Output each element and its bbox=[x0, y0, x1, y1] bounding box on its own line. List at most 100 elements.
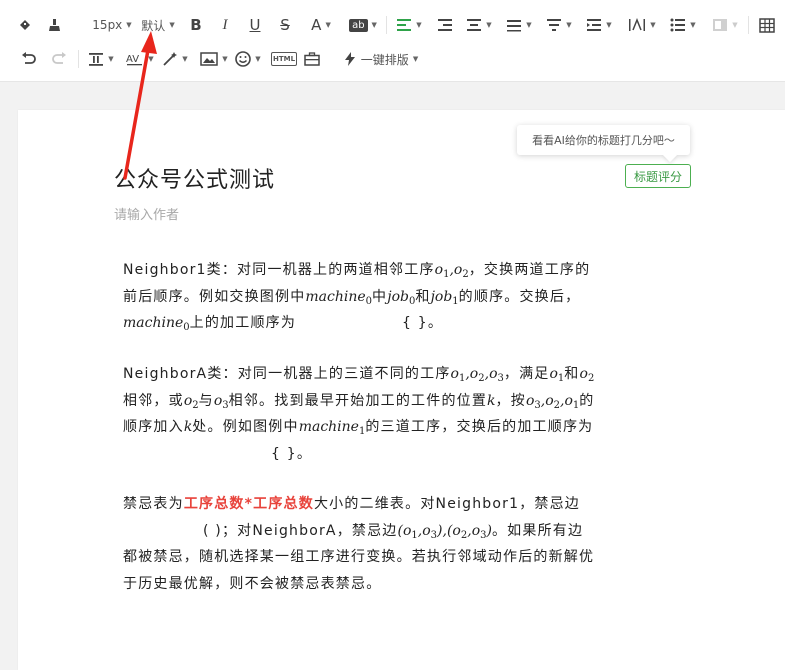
text-run: 顺序加入 bbox=[123, 419, 184, 435]
letter-spacing-button[interactable]: ▼ bbox=[626, 12, 658, 38]
chevron-down-icon: ▼ bbox=[486, 21, 492, 29]
av-icon: AV bbox=[126, 54, 143, 66]
indent-icon bbox=[438, 19, 452, 31]
text-run: ，满足 bbox=[503, 366, 550, 382]
font-size-select[interactable]: 15px ▼ bbox=[88, 12, 136, 38]
math-job0: job0 bbox=[387, 288, 416, 307]
paragraph-neighborA[interactable]: NeighborA类：对同一机器上的三道不同的工序o1,o2,o3，满足o1和o… bbox=[123, 361, 683, 467]
text-run: 的三道工序，交换后的加工顺序为 bbox=[365, 419, 594, 435]
text-run: ，交换两道工序的 bbox=[468, 262, 591, 278]
redo-button[interactable] bbox=[48, 46, 70, 72]
math-pairs: (o1,o3),(o2,o3) bbox=[397, 522, 492, 541]
title-score-button[interactable]: 标题评分 bbox=[625, 164, 691, 188]
undo-button[interactable] bbox=[18, 46, 40, 72]
chevron-down-icon: ▼ bbox=[126, 21, 132, 29]
article-title-input[interactable]: 公众号公式测试 bbox=[114, 162, 275, 194]
font-family-select[interactable]: 默认 ▼ bbox=[140, 12, 176, 38]
image-icon bbox=[200, 52, 219, 66]
chevron-down-icon: ▼ bbox=[108, 55, 114, 63]
math-o123: o1,o2,o3 bbox=[450, 366, 504, 384]
insert-emoji-button[interactable]: ▼ bbox=[232, 46, 264, 72]
chevron-down-icon: ▼ bbox=[606, 21, 612, 29]
vertical-align-button[interactable]: ▼ bbox=[504, 12, 534, 38]
format-painter-icon[interactable] bbox=[14, 12, 36, 38]
border-style-button[interactable]: ▼ bbox=[710, 12, 740, 38]
text-run: { }。 bbox=[402, 315, 444, 331]
chevron-down-icon: ▼ bbox=[371, 21, 377, 29]
list-button[interactable]: ▼ bbox=[668, 12, 698, 38]
chevron-down-icon: ▼ bbox=[255, 55, 261, 63]
character-spacing-button[interactable]: AV ▼ bbox=[124, 46, 156, 72]
text-run: 上的加工顺序为 bbox=[189, 315, 297, 331]
chevron-down-icon: ▼ bbox=[566, 21, 572, 29]
text-run: 相邻。找到最早开始加工的工件的位置 bbox=[228, 392, 488, 409]
font-color-label: A bbox=[311, 16, 322, 34]
title-score-tooltip: 看看AI给你的标题打几分吧～ bbox=[517, 125, 690, 155]
text-run: 与 bbox=[198, 392, 214, 409]
paragraph-tabu-list[interactable]: 禁忌表为工序总数*工序总数大小的二维表。对Neighbor1，禁忌边 ( )；对… bbox=[123, 491, 683, 597]
chevron-down-icon: ▼ bbox=[690, 21, 696, 29]
table-icon bbox=[759, 17, 775, 33]
text-run: ，按 bbox=[495, 392, 526, 409]
text-run: 的 bbox=[579, 392, 595, 409]
text-run: NeighborA类：对同一机器上的三道不同的工序 bbox=[123, 366, 451, 382]
article-title: 公众号公式测试 bbox=[114, 168, 276, 193]
tooltip-text: 看看AI给你的标题打几分吧～ bbox=[532, 134, 675, 147]
editor-toolbar: 15px ▼ 默认 ▼ B I U S A ▼ ab ▼ ▼ ▼ ▼ ▼ ▼ ▼ ▼ ▼ bbox=[0, 0, 785, 82]
underline-button[interactable]: U bbox=[245, 12, 265, 38]
chevron-down-icon: ▼ bbox=[732, 21, 738, 29]
svg-text:AV: AV bbox=[126, 54, 139, 65]
math-machine0: machine0 bbox=[305, 288, 373, 307]
toolbar-divider bbox=[386, 16, 387, 34]
undo-icon bbox=[22, 52, 36, 64]
math-o321: o3,o2,o1 bbox=[525, 392, 580, 411]
font-color-button[interactable]: A ▼ bbox=[305, 12, 337, 38]
text-run: 和 bbox=[415, 288, 431, 305]
highlight-text: 工序总数*工序总数 bbox=[183, 496, 314, 512]
align-center-icon bbox=[467, 19, 482, 31]
document-page: 看看AI给你的标题打几分吧～ 标题评分 公众号公式测试 请输入作者 Neighb… bbox=[18, 110, 785, 670]
clear-format-icon[interactable] bbox=[44, 12, 66, 38]
author-input[interactable]: 请输入作者 bbox=[114, 204, 179, 223]
italic-button[interactable]: I bbox=[215, 12, 235, 38]
toolbar-divider bbox=[78, 50, 79, 68]
text-run: 于历史最优解，则不会被禁忌表禁忌。 bbox=[123, 575, 382, 592]
bold-button[interactable]: B bbox=[186, 12, 206, 38]
smiley-icon bbox=[235, 51, 252, 67]
align-justify-button[interactable]: ▼ bbox=[464, 12, 494, 38]
text-run: 都被禁忌，随机选择某一组工序进行变换。若执行邻域动作后的新解优 bbox=[123, 549, 595, 565]
html-icon: HTML bbox=[270, 52, 298, 66]
one-key-format-button[interactable]: 一键排版 ▼ bbox=[342, 46, 420, 72]
math-k: k bbox=[487, 392, 496, 409]
bold-label: B bbox=[190, 16, 202, 34]
insert-image-button[interactable]: ▼ bbox=[198, 46, 230, 72]
text-run: 前后顺序。例如交换图例中 bbox=[123, 288, 306, 305]
paragraph-spacing-button[interactable]: ▼ bbox=[544, 12, 574, 38]
insert-html-button[interactable]: HTML bbox=[270, 46, 298, 72]
text-run: 和 bbox=[564, 366, 580, 382]
text-run: { }。 bbox=[271, 445, 313, 462]
paragraph-neighbor1[interactable]: Neighbor1类：对同一机器上的两道相邻工序o1,o2，交换两道工序的 前后… bbox=[123, 257, 683, 337]
insert-table-button[interactable] bbox=[756, 12, 778, 38]
toolbox-button[interactable] bbox=[301, 46, 323, 72]
align-left-button[interactable]: ▼ bbox=[394, 12, 424, 38]
magic-wand-icon bbox=[163, 52, 178, 66]
math-o3: o3 bbox=[213, 392, 229, 411]
border-icon bbox=[713, 19, 728, 31]
text-run: 大小的二维表。对Neighbor1，禁忌边 bbox=[313, 496, 580, 512]
font-size-value: 15px bbox=[92, 18, 123, 32]
indent-button[interactable] bbox=[434, 12, 456, 38]
text-run: 中 bbox=[372, 288, 388, 305]
line-height-button[interactable]: ▼ bbox=[584, 12, 614, 38]
score-button-label: 标题评分 bbox=[633, 169, 682, 184]
chevron-down-icon: ▼ bbox=[169, 21, 175, 29]
one-key-format-label: 一键排版 bbox=[360, 52, 409, 67]
strikethrough-button[interactable]: S bbox=[275, 12, 295, 38]
magic-format-button[interactable]: ▼ bbox=[160, 46, 190, 72]
math-machine1: machine1 bbox=[298, 419, 366, 437]
background-color-button[interactable]: ab ▼ bbox=[346, 12, 380, 38]
math-job1: job1 bbox=[430, 288, 459, 307]
strike-label: S bbox=[280, 16, 290, 34]
chevron-down-icon: ▼ bbox=[650, 21, 656, 29]
first-line-indent-button[interactable]: ▼ bbox=[86, 46, 116, 72]
